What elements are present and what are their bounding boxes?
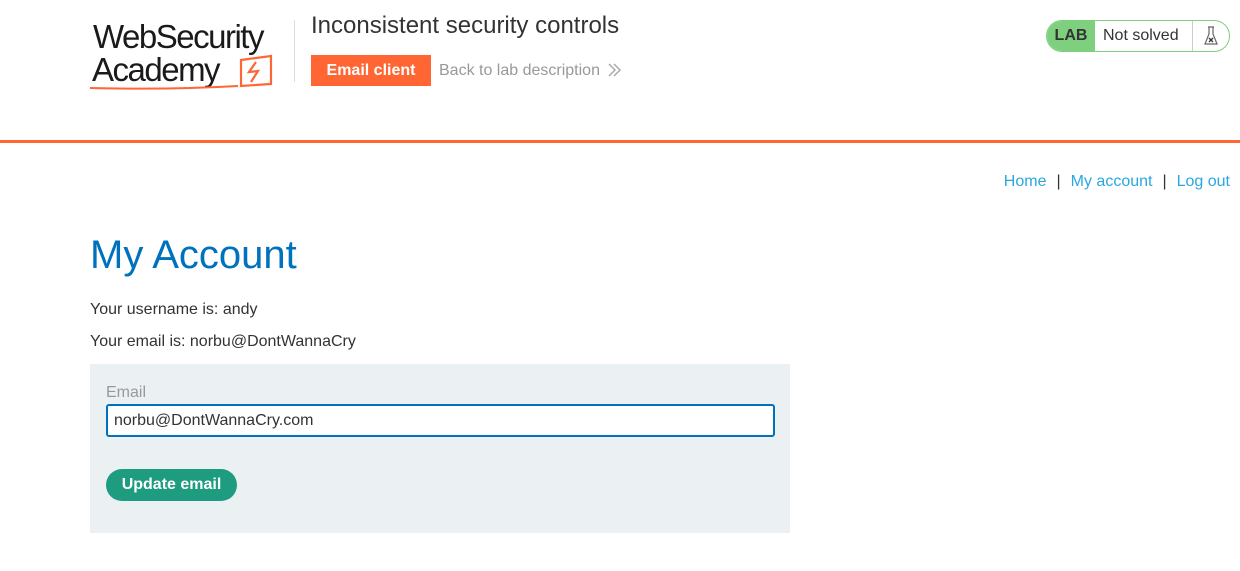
email-field-label: Email xyxy=(106,384,147,401)
email-line: Your email is: norbu@DontWannaCry xyxy=(90,333,356,350)
lab-title: Inconsistent security controls xyxy=(311,12,620,39)
nav-home-link[interactable]: Home xyxy=(1004,173,1047,190)
nav-my-account-link[interactable]: My account xyxy=(1071,173,1153,190)
double-chevron-right-icon[interactable] xyxy=(606,60,622,85)
web-security-academy-logo[interactable]: WebSecurity Academy xyxy=(88,16,294,94)
nav-separator: | xyxy=(1056,173,1061,190)
account-nav: Home | My account | Log out xyxy=(1004,173,1230,191)
lab-status-widget: LAB Not solved xyxy=(1046,20,1230,52)
page-title: My Account xyxy=(90,233,297,277)
logo-line1: WebSecurity xyxy=(93,18,265,55)
logo-graphic: WebSecurity Academy xyxy=(89,18,273,90)
header-divider xyxy=(0,140,1240,143)
lab-badge: LAB xyxy=(1047,21,1095,51)
username-line: Your username is: andy xyxy=(90,301,258,318)
logo-line2: Academy xyxy=(92,51,221,88)
nav-separator: | xyxy=(1162,173,1167,190)
logo-divider xyxy=(294,20,295,82)
lightning-bolt-icon xyxy=(246,61,261,83)
back-to-lab-description-link[interactable]: Back to lab description xyxy=(439,62,600,80)
email-client-button[interactable]: Email client xyxy=(311,55,431,86)
flask-icon xyxy=(1193,21,1229,51)
update-email-button[interactable]: Update email xyxy=(106,469,237,501)
nav-log-out-link[interactable]: Log out xyxy=(1177,173,1230,190)
change-email-form: Email Update email xyxy=(90,364,790,533)
lab-status-text: Not solved xyxy=(1095,21,1193,51)
email-field[interactable] xyxy=(106,404,775,437)
page-header: WebSecurity Academy Inconsistent securit… xyxy=(0,0,1240,143)
